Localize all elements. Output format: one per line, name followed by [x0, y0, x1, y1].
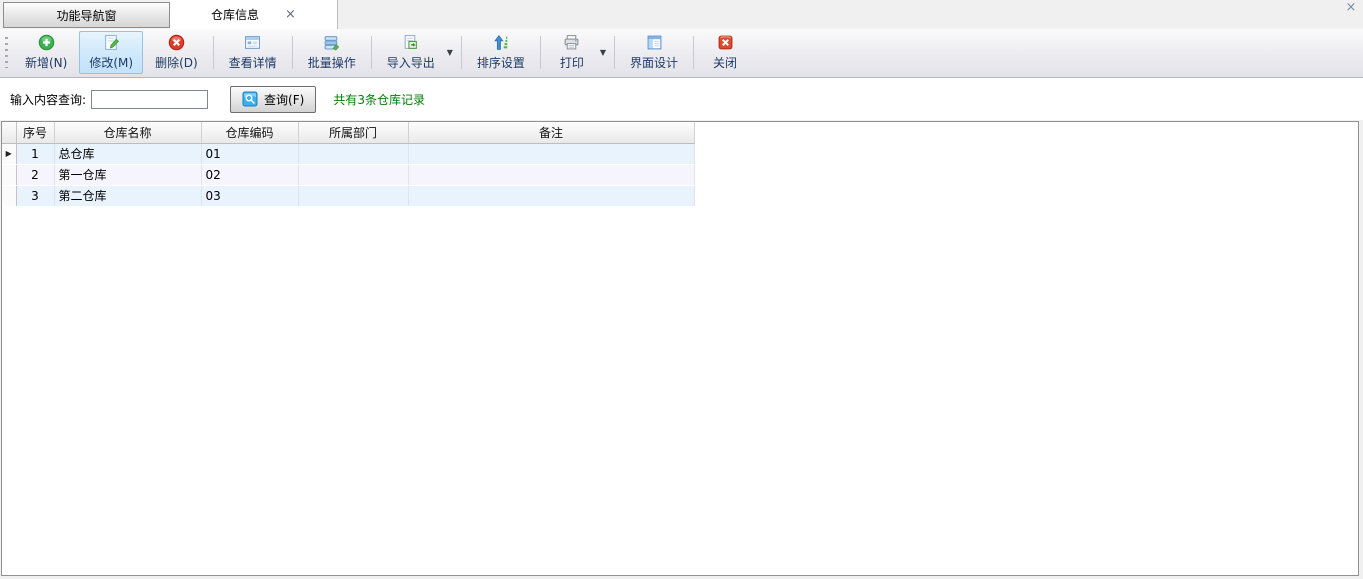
ui-design-button-label: 界面设计	[630, 54, 678, 71]
table-row[interactable]: 3第二仓库03	[2, 185, 694, 206]
sort-settings-button[interactable]: 排序设置	[467, 31, 535, 74]
toolbar-separator	[371, 36, 372, 69]
toolbar-separator	[693, 36, 694, 69]
ui-design-icon	[646, 34, 663, 51]
query-button-label: 查询(F)	[264, 91, 304, 108]
table-cell[interactable]	[408, 143, 694, 164]
record-count: 共有3条仓库记录	[333, 91, 425, 108]
search-input[interactable]	[91, 90, 208, 109]
edit-button-label: 修改(M)	[89, 54, 133, 71]
column-header-warehouse-code[interactable]: 仓库编码	[201, 122, 298, 143]
import-export-button[interactable]: 导入导出	[377, 31, 445, 74]
toolbar-separator	[540, 36, 541, 69]
table-cell[interactable]: 02	[201, 164, 298, 185]
view-details-icon	[244, 34, 261, 51]
toolbar: 新增(N) 修改(M) 删除(D) 查看详情 批量操作	[0, 29, 1363, 78]
add-button[interactable]: 新增(N)	[15, 31, 77, 74]
delete-button[interactable]: 删除(D)	[145, 31, 208, 74]
column-header-seq[interactable]: 序号	[16, 122, 54, 143]
import-export-dropdown-arrow[interactable]: ▼	[446, 31, 457, 74]
print-button[interactable]: 打印	[546, 31, 598, 74]
print-button-label: 打印	[560, 54, 584, 71]
table-header-row: 序号 仓库名称 仓库编码 所属部门 备注	[2, 122, 694, 143]
tab-function-nav-label: 功能导航窗	[56, 7, 116, 24]
close-button[interactable]: 关闭	[699, 31, 751, 74]
table-cell[interactable]: 1	[16, 143, 54, 164]
add-button-label: 新增(N)	[25, 54, 67, 71]
print-icon	[563, 34, 580, 51]
sort-settings-icon	[492, 34, 509, 51]
batch-ops-icon	[323, 34, 340, 51]
tab-warehouse-info[interactable]: 仓库信息 ×	[170, 0, 338, 29]
query-button[interactable]: 查询(F)	[230, 86, 316, 113]
table-cell[interactable]	[298, 164, 408, 185]
batch-ops-button[interactable]: 批量操作	[298, 31, 366, 74]
tab-bar: 功能导航窗 仓库信息 × ×	[0, 0, 1363, 29]
batch-ops-button-label: 批量操作	[308, 54, 356, 71]
app-window: 功能导航窗 仓库信息 × × 新增(N) 修改(M) 删除(D)	[0, 0, 1363, 120]
toolbar-separator	[213, 36, 214, 69]
warehouse-grid-panel: 序号 仓库名称 仓库编码 所属部门 备注 ▶1总仓库012第一仓库023第二仓库…	[1, 121, 1359, 576]
table-cell[interactable]: 3	[16, 185, 54, 206]
toolbar-separator	[461, 36, 462, 69]
table-cell[interactable]: 第一仓库	[54, 164, 201, 185]
table-cell[interactable]	[408, 164, 694, 185]
import-export-icon	[402, 34, 419, 51]
column-header-warehouse-name[interactable]: 仓库名称	[54, 122, 201, 143]
search-bar: 输入内容查询: 查询(F) 共有3条仓库记录	[0, 78, 1363, 120]
window-close-icon[interactable]: ×	[1344, 1, 1358, 15]
search-icon	[242, 91, 258, 107]
import-export-button-label: 导入导出	[387, 54, 435, 71]
tab-close-icon[interactable]: ×	[285, 8, 296, 21]
warehouse-table: 序号 仓库名称 仓库编码 所属部门 备注 ▶1总仓库012第一仓库023第二仓库…	[2, 122, 695, 207]
column-header-remarks[interactable]: 备注	[408, 122, 694, 143]
ui-design-button[interactable]: 界面设计	[620, 31, 688, 74]
grid-body: ▶1总仓库012第一仓库023第二仓库03	[2, 143, 694, 206]
edit-button[interactable]: 修改(M)	[79, 31, 143, 74]
row-selector-header	[2, 122, 16, 143]
toolbar-gripper[interactable]	[5, 37, 8, 68]
table-cell[interactable]: 2	[16, 164, 54, 185]
table-cell[interactable]: 总仓库	[54, 143, 201, 164]
table-row[interactable]: ▶1总仓库01	[2, 143, 694, 164]
table-cell[interactable]: 03	[201, 185, 298, 206]
row-selector[interactable]	[2, 164, 16, 185]
view-details-button[interactable]: 查看详情	[219, 31, 287, 74]
close-window-icon	[717, 34, 734, 51]
edit-icon	[103, 34, 120, 51]
table-cell[interactable]	[298, 185, 408, 206]
column-header-department[interactable]: 所属部门	[298, 122, 408, 143]
close-button-label: 关闭	[713, 54, 737, 71]
toolbar-separator	[292, 36, 293, 69]
row-selector[interactable]: ▶	[2, 143, 16, 164]
delete-icon	[168, 34, 185, 51]
tab-function-nav[interactable]: 功能导航窗	[3, 2, 170, 28]
view-details-button-label: 查看详情	[229, 54, 277, 71]
add-icon	[38, 34, 55, 51]
tab-warehouse-info-label: 仓库信息	[211, 6, 259, 23]
table-cell[interactable]	[298, 143, 408, 164]
table-row[interactable]: 2第一仓库02	[2, 164, 694, 185]
table-cell[interactable]: 第二仓库	[54, 185, 201, 206]
print-dropdown-arrow[interactable]: ▼	[599, 31, 610, 74]
table-cell[interactable]	[408, 185, 694, 206]
toolbar-separator	[614, 36, 615, 69]
delete-button-label: 删除(D)	[155, 54, 198, 71]
sort-settings-button-label: 排序设置	[477, 54, 525, 71]
search-label: 输入内容查询:	[10, 91, 86, 108]
row-selector[interactable]	[2, 185, 16, 206]
table-cell[interactable]: 01	[201, 143, 298, 164]
